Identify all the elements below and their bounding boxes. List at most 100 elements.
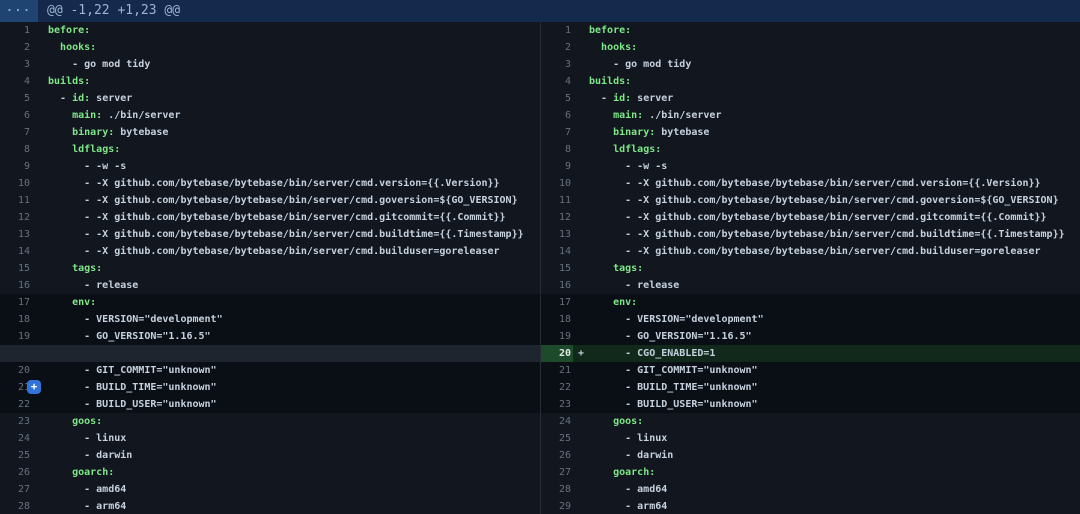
line-number[interactable]: 10 (541, 175, 573, 192)
line-number[interactable]: 12 (0, 209, 32, 226)
line-number[interactable]: 9 (0, 158, 32, 175)
line-number[interactable]: 22 (541, 379, 573, 396)
yaml-text: - -w -s (589, 161, 667, 172)
line-number[interactable]: 19 (541, 328, 573, 345)
line-number[interactable]: 2 (0, 39, 32, 56)
new-diff-row-24: 24 goos: (541, 413, 1080, 430)
expand-diff-button[interactable]: ··· (0, 0, 38, 22)
old-diff-row-10: 10 - -X github.com/bytebase/bytebase/bin… (0, 175, 540, 192)
line-number[interactable]: 23 (0, 413, 32, 430)
code-line: builds: (48, 73, 540, 90)
yaml-key: goos: (72, 416, 102, 427)
new-diff-row-19: 19 - GO_VERSION="1.16.5" (541, 328, 1080, 345)
new-diff-row-17: 17 env: (541, 294, 1080, 311)
line-number[interactable]: 8 (541, 141, 573, 158)
old-diff-row-26: 26 goarch: (0, 464, 540, 481)
line-number[interactable]: 16 (541, 277, 573, 294)
line-number[interactable]: 8 (0, 141, 32, 158)
line-number[interactable]: 17 (541, 294, 573, 311)
line-number[interactable]: 26 (0, 464, 32, 481)
line-number[interactable]: 1 (541, 22, 573, 39)
code-line: before: (48, 22, 540, 39)
old-diff-row-28: 28 - arm64 (0, 498, 540, 514)
new-diff-row-28: 28 - amd64 (541, 481, 1080, 498)
code-line: - -X github.com/bytebase/bytebase/bin/se… (589, 243, 1080, 260)
code-line: - go mod tidy (48, 56, 540, 73)
yaml-text: server (90, 93, 132, 104)
yaml-text: - -X github.com/bytebase/bytebase/bin/se… (48, 229, 524, 240)
line-number[interactable]: 26 (541, 447, 573, 464)
line-number[interactable]: 14 (0, 243, 32, 260)
line-number[interactable]: 9 (541, 158, 573, 175)
new-diff-row-20: 20+ - CGO_ENABLED=1 (541, 345, 1080, 362)
line-number[interactable]: 29 (541, 498, 573, 514)
line-number[interactable]: 28 (0, 498, 32, 514)
diff-marker (573, 498, 589, 514)
line-number[interactable]: 6 (541, 107, 573, 124)
new-diff-row-5: 5 - id: server (541, 90, 1080, 107)
diff-marker (573, 379, 589, 396)
line-number[interactable]: 18 (0, 311, 32, 328)
old-diff-row-8: 8 ldflags: (0, 141, 540, 158)
line-number[interactable]: 4 (541, 73, 573, 90)
line-number[interactable]: 6 (0, 107, 32, 124)
code-line: - BUILD_TIME="unknown" (48, 379, 540, 396)
code-line: - release (48, 277, 540, 294)
line-number[interactable]: 7 (541, 124, 573, 141)
line-number[interactable]: 27 (0, 481, 32, 498)
line-number[interactable]: 5 (541, 90, 573, 107)
line-number[interactable]: 22 (0, 396, 32, 413)
add-comment-button[interactable]: + (27, 380, 41, 394)
line-number[interactable]: 15 (0, 260, 32, 277)
line-number[interactable]: 24 (0, 430, 32, 447)
diff-marker (573, 430, 589, 447)
old-diff-row-27: 27 - amd64 (0, 481, 540, 498)
line-number[interactable]: 17 (0, 294, 32, 311)
yaml-key: env: (72, 297, 96, 308)
line-number[interactable]: 19 (0, 328, 32, 345)
line-number[interactable]: 27 (541, 464, 573, 481)
diff-marker (573, 260, 589, 277)
old-diff-row-18: 18 - VERSION="development" (0, 311, 540, 328)
diff-marker (32, 158, 48, 175)
line-number[interactable]: 25 (0, 447, 32, 464)
line-number[interactable]: 11 (541, 192, 573, 209)
diff-marker (32, 498, 48, 514)
line-number[interactable]: 23 (541, 396, 573, 413)
diff-marker (32, 243, 48, 260)
code-line: - CGO_ENABLED=1 (589, 345, 1080, 362)
line-number[interactable]: 2 (541, 39, 573, 56)
code-line: - linux (589, 430, 1080, 447)
line-number[interactable]: 12 (541, 209, 573, 226)
line-number[interactable]: 14 (541, 243, 573, 260)
line-number[interactable]: 24 (541, 413, 573, 430)
line-number[interactable]: 18 (541, 311, 573, 328)
line-number[interactable]: 7 (0, 124, 32, 141)
line-number[interactable]: 5 (0, 90, 32, 107)
old-diff-row-15: 15 tags: (0, 260, 540, 277)
line-number[interactable]: 13 (0, 226, 32, 243)
line-number[interactable]: 3 (541, 56, 573, 73)
line-number[interactable]: 21 (541, 362, 573, 379)
new-diff-row-14: 14 - -X github.com/bytebase/bytebase/bin… (541, 243, 1080, 260)
line-number[interactable]: 3 (0, 56, 32, 73)
yaml-key: id: (72, 93, 90, 104)
yaml-text: - release (589, 280, 679, 291)
new-diff-row-8: 8 ldflags: (541, 141, 1080, 158)
line-number[interactable]: 28 (541, 481, 573, 498)
line-number[interactable]: 25 (541, 430, 573, 447)
line-number[interactable]: 1 (0, 22, 32, 39)
line-number[interactable]: 20 (541, 345, 573, 362)
yaml-text (48, 263, 72, 274)
line-number[interactable]: 20 (0, 362, 32, 379)
line-number[interactable]: 15 (541, 260, 573, 277)
line-number[interactable]: 16 (0, 277, 32, 294)
new-diff-row-21: 21 - GIT_COMMIT="unknown" (541, 362, 1080, 379)
yaml-text (589, 416, 613, 427)
line-number[interactable]: 13 (541, 226, 573, 243)
code-line: - go mod tidy (589, 56, 1080, 73)
diff-marker (573, 464, 589, 481)
line-number[interactable]: 11 (0, 192, 32, 209)
line-number[interactable]: 10 (0, 175, 32, 192)
line-number[interactable]: 4 (0, 73, 32, 90)
